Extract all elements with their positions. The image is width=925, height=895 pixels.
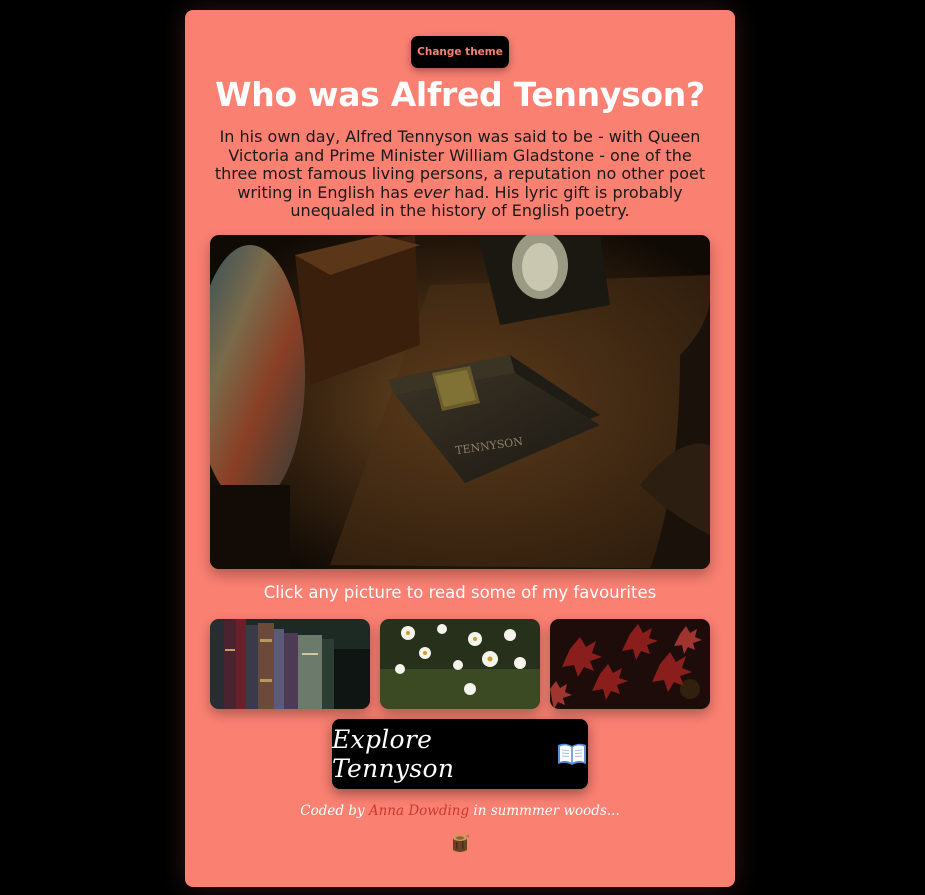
open-book-icon xyxy=(556,741,588,767)
explore-label: Explore Tennyson xyxy=(332,725,455,783)
author-link[interactable]: Anna Dowding xyxy=(369,803,469,819)
thumbnail-white-daisies[interactable] xyxy=(380,619,540,709)
credit-prefix: Coded by xyxy=(300,803,365,819)
tree-stump-icon xyxy=(450,832,470,854)
change-theme-button[interactable]: Change theme xyxy=(411,36,509,68)
intro-paragraph: In his own day, Alfred Tennyson was said… xyxy=(211,127,709,221)
hero-book-image[interactable]: TENNYSON xyxy=(210,235,710,569)
gallery-hint: Click any picture to read some of my fav… xyxy=(263,583,657,602)
explore-tennyson-button[interactable]: Explore Tennyson xyxy=(332,719,588,789)
thumbnail-red-maple-leaves[interactable] xyxy=(550,619,710,709)
intro-emphasis: ever xyxy=(413,182,450,202)
footer-credit: Coded by Anna Dowding in summmer woods..… xyxy=(185,803,735,819)
main-card: Change theme Who was Alfred Tennyson? In… xyxy=(185,10,735,887)
thumbnail-old-books[interactable] xyxy=(210,619,370,709)
credit-suffix: in summmer woods... xyxy=(473,803,620,819)
page-title: Who was Alfred Tennyson? xyxy=(215,75,705,114)
